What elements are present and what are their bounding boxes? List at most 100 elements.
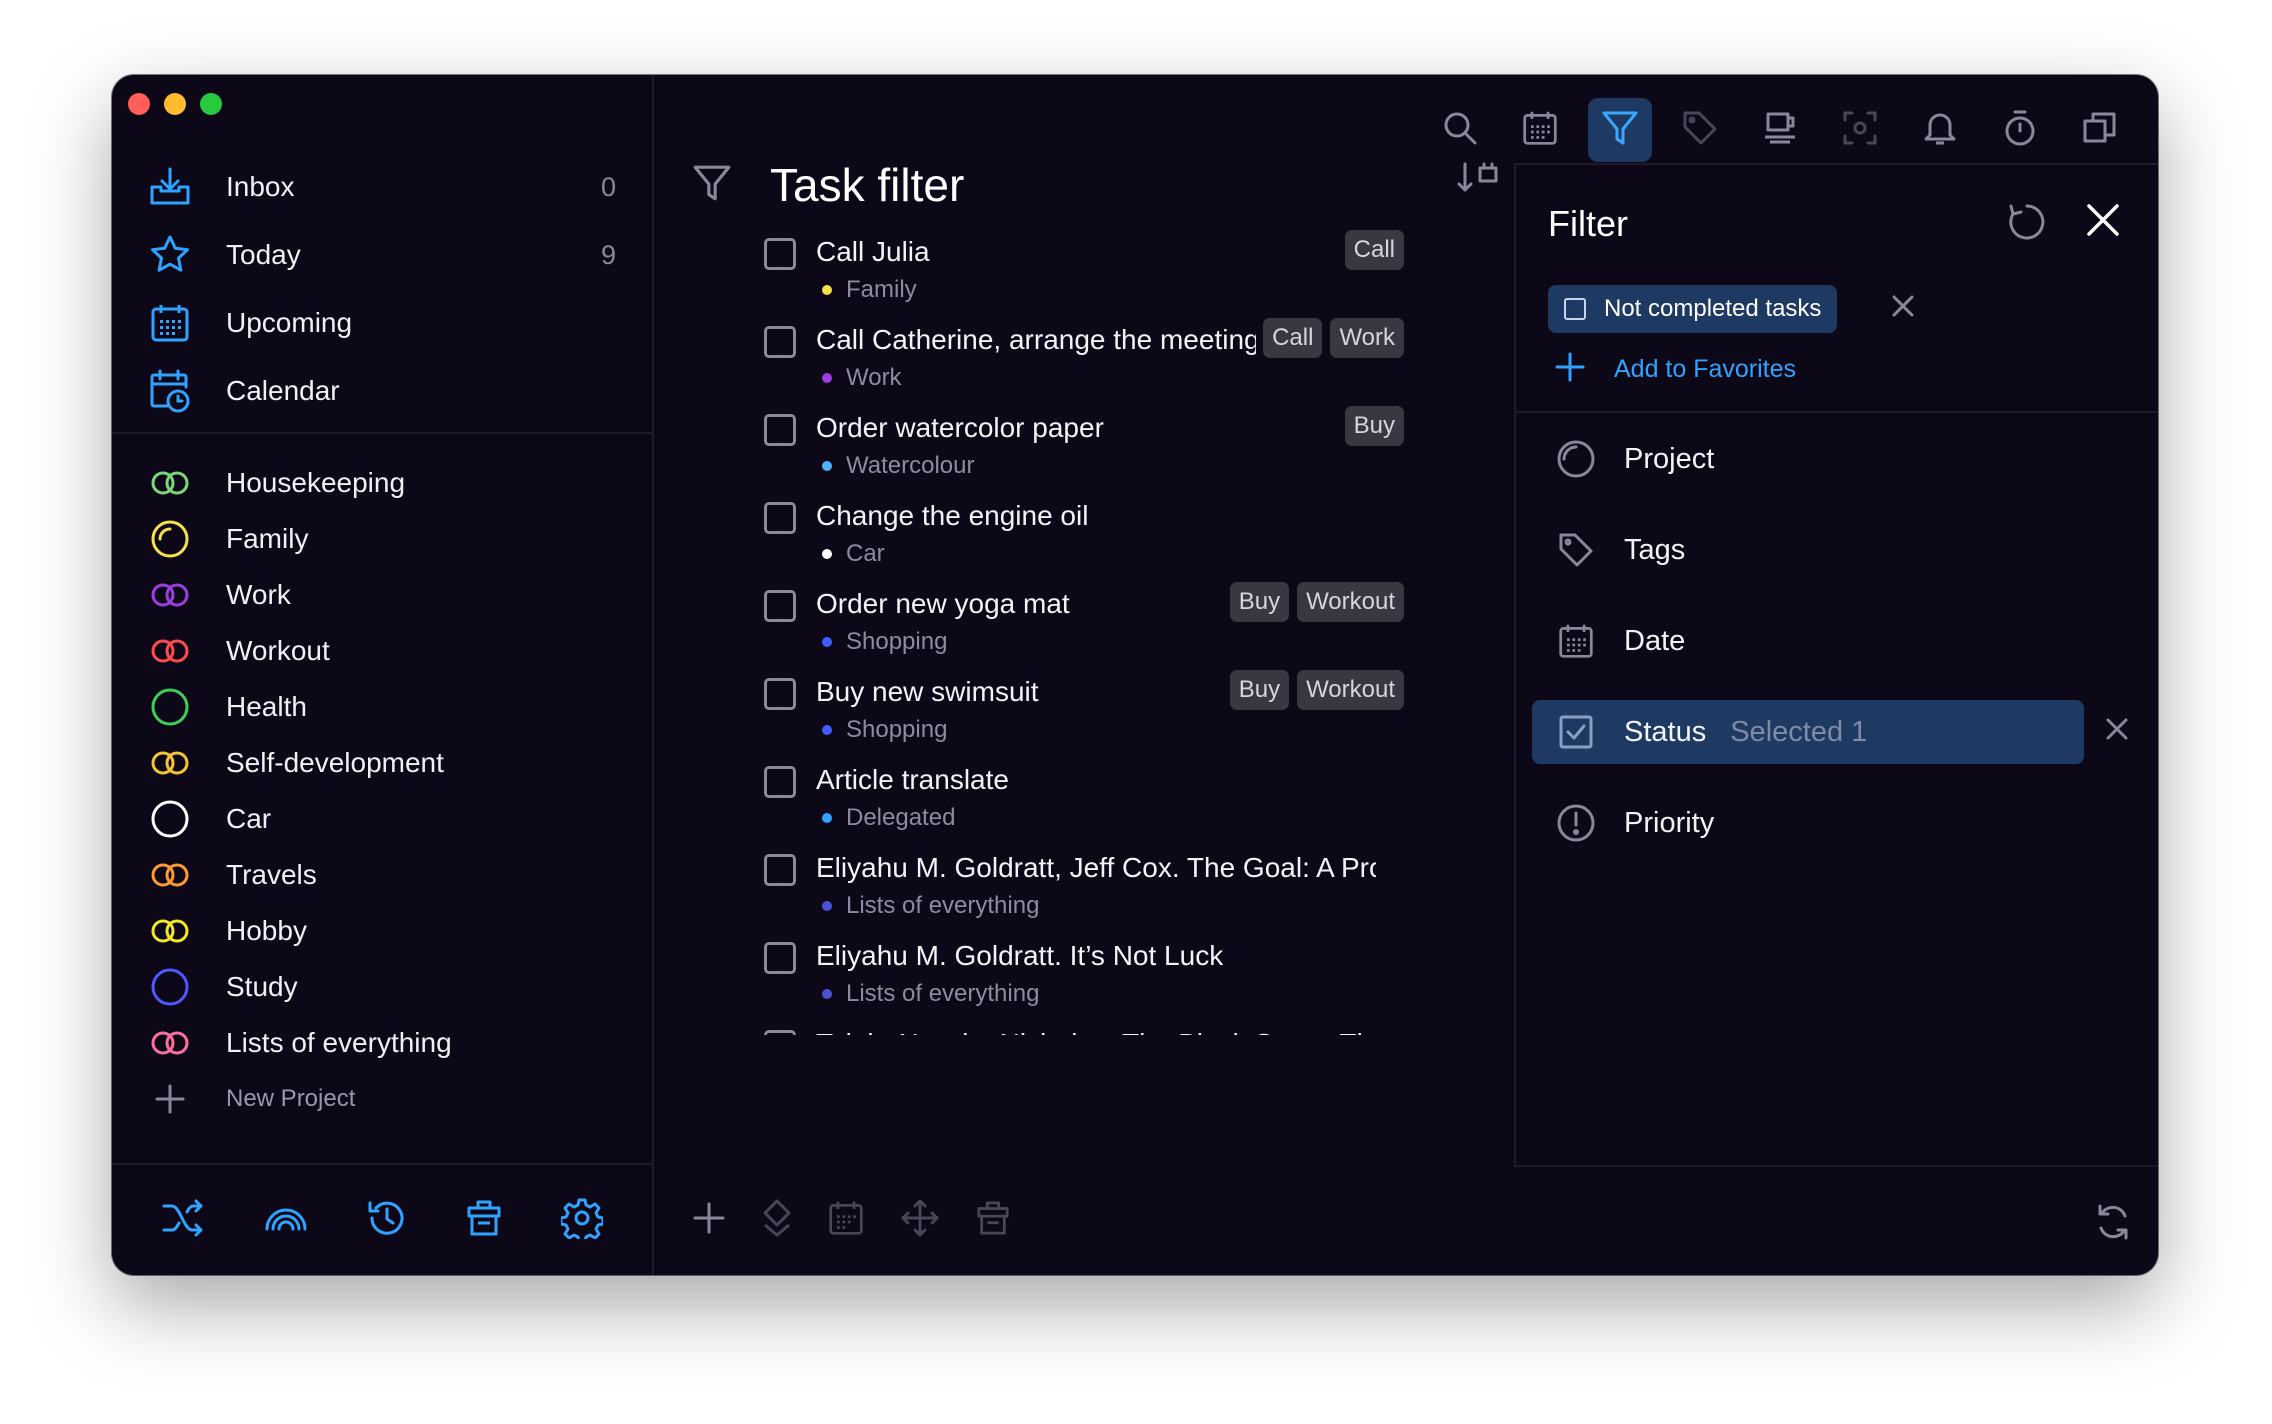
priority-icon[interactable] (762, 1198, 792, 1243)
task-row[interactable]: Article translate Delegated (764, 758, 1404, 846)
task-row[interactable]: Order watercolor paper Watercolour Buy (764, 406, 1404, 494)
add-to-favorites-button[interactable]: Add to Favorites (1554, 351, 1796, 388)
task-row[interactable]: Eliyahu M. Goldratt. It’s Not Luck Lists … (764, 934, 1404, 1022)
task-project-label: Delegated (846, 804, 956, 831)
project-icon (1554, 437, 1598, 481)
project-dot (822, 549, 832, 559)
new-project-button[interactable]: New Project (112, 1071, 652, 1127)
timer-button[interactable] (1988, 98, 2052, 162)
inbox-count: 0 (600, 171, 616, 202)
filter-row-status[interactable]: Status Selected 1 (1532, 700, 2128, 764)
task-tag[interactable]: Buy (1344, 406, 1404, 446)
task-row[interactable]: Call Catherine, arrange the meeting Work C… (764, 318, 1404, 406)
task-checkbox[interactable] (764, 942, 796, 974)
task-tag[interactable]: Workout (1297, 670, 1404, 710)
project-item[interactable]: Housekeeping (112, 455, 652, 511)
sidebar-item-today[interactable]: Today 9 (112, 221, 652, 289)
task-checkbox[interactable] (764, 766, 796, 798)
task-tag[interactable]: Work (1330, 318, 1404, 358)
task-checkbox[interactable] (764, 502, 796, 534)
active-filter-chip[interactable]: Not completed tasks (1548, 285, 1838, 333)
chip-label: Not completed tasks (1604, 295, 1822, 322)
task-checkbox[interactable] (764, 854, 796, 886)
notifications-button[interactable] (1908, 98, 1972, 162)
project-item[interactable]: Car (112, 791, 652, 847)
task-title: Taleb, Nassim Nicholas. The Black Swan: … (816, 1028, 1376, 1035)
calendar-icon[interactable] (828, 1200, 864, 1241)
sort-button[interactable] (1456, 160, 1502, 201)
history-icon[interactable] (366, 1197, 408, 1244)
task-title: Eliyahu M. Goldratt, Jeff Cox. The Goal:… (816, 852, 1376, 883)
task-row[interactable]: Order new yoga mat Shopping Buy Workout (764, 582, 1404, 670)
task-checkbox[interactable] (764, 1030, 796, 1035)
sidebar-item-calendar[interactable]: Calendar (112, 357, 652, 425)
task-row[interactable]: Buy new swimsuit Shopping Buy Workout (764, 670, 1404, 758)
move-icon[interactable] (900, 1198, 940, 1243)
calendar-button[interactable] (1508, 98, 1572, 162)
task-row[interactable]: Change the engine oil Car (764, 494, 1404, 582)
task-row[interactable]: Eliyahu M. Goldratt, Jeff Cox. The Goal:… (764, 846, 1404, 934)
sort-icon (1456, 162, 1502, 200)
project-label: Lists of everything (226, 1027, 452, 1058)
filter-row-priority[interactable]: Priority (1532, 791, 2084, 855)
task-tag[interactable]: Buy (1229, 670, 1290, 710)
task-checkbox[interactable] (764, 678, 796, 710)
add-icon[interactable] (692, 1201, 726, 1240)
trash-icon[interactable] (466, 1198, 502, 1243)
task-tag[interactable]: Call (1344, 230, 1404, 270)
project-item[interactable]: Study (112, 959, 652, 1015)
project-icon (148, 629, 192, 673)
close-icon[interactable] (2084, 201, 2122, 248)
project-item[interactable]: Workout (112, 623, 652, 679)
sidebar-item-inbox[interactable]: Inbox 0 (112, 153, 652, 221)
task-row[interactable]: Taleb, Nassim Nicholas. The Black Swan: … (764, 1022, 1404, 1035)
sidebar-item-upcoming[interactable]: Upcoming (112, 289, 652, 357)
today-count: 9 (600, 239, 616, 270)
task-project-label: Car (846, 540, 885, 567)
project-item[interactable]: Hobby (112, 903, 652, 959)
sidebar-bottom-bar (112, 1165, 652, 1275)
project-dot (822, 461, 832, 471)
task-project-label: Lists of everything (846, 892, 1040, 919)
filter-row-tags[interactable]: Tags (1532, 518, 2084, 582)
remove-chip-icon[interactable] (1890, 293, 1916, 324)
break-button[interactable] (1748, 98, 1812, 162)
filter-row-date[interactable]: Date (1532, 609, 2084, 673)
project-icon (148, 685, 192, 729)
project-icon (148, 797, 192, 841)
settings-icon[interactable] (559, 1197, 605, 1244)
focus-button[interactable] (1828, 98, 1892, 162)
filter-icon (1601, 109, 1639, 152)
focus-icon (1842, 110, 1878, 151)
sync-icon[interactable] (2094, 1202, 2132, 1247)
task-row[interactable]: Call Julia Family Call (764, 230, 1404, 318)
task-title: Call Catherine, arrange the meeting (816, 324, 1256, 355)
filter-row-project[interactable]: Project (1532, 427, 2084, 491)
project-item[interactable]: Self-development (112, 735, 652, 791)
project-item[interactable]: Family (112, 511, 652, 567)
checkbox-icon (1564, 298, 1586, 320)
clear-filter-icon[interactable] (2104, 716, 2130, 747)
project-item[interactable]: Travels (112, 847, 652, 903)
filter-row-value: Selected 1 (1730, 715, 1868, 748)
task-tag[interactable]: Call (1263, 318, 1323, 358)
windows-button[interactable] (2068, 98, 2132, 162)
project-item[interactable]: Lists of everything (112, 1015, 652, 1071)
filter-button[interactable] (1588, 98, 1652, 162)
task-tag[interactable]: Buy (1229, 582, 1290, 622)
project-icon (148, 853, 192, 897)
task-tag[interactable]: Workout (1297, 582, 1404, 622)
shuffle-icon[interactable] (161, 1198, 205, 1243)
rainbow-icon[interactable] (264, 1203, 308, 1238)
task-checkbox[interactable] (764, 590, 796, 622)
reset-icon[interactable] (2006, 201, 2048, 248)
task-project: Watercolour (822, 452, 974, 480)
trash-icon[interactable] (976, 1199, 1010, 1242)
project-item[interactable]: Work (112, 567, 652, 623)
task-checkbox[interactable] (764, 414, 796, 446)
task-checkbox[interactable] (764, 238, 796, 270)
project-label: Self-development (226, 747, 444, 778)
tags-button[interactable] (1668, 98, 1732, 162)
project-item[interactable]: Health (112, 679, 652, 735)
task-checkbox[interactable] (764, 326, 796, 358)
